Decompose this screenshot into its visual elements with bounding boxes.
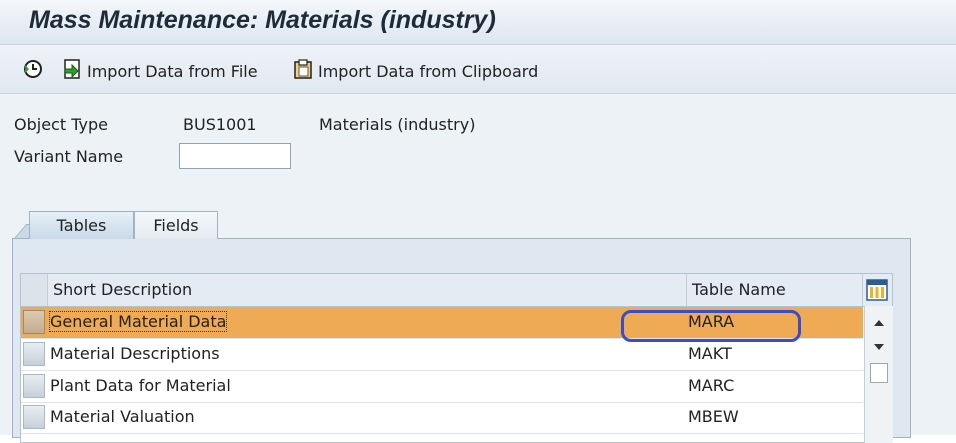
variant-name-label: Variant Name (14, 147, 124, 166)
import-file-button[interactable]: Import Data from File (61, 58, 258, 84)
row-short-description: Plant Data for Material (50, 376, 231, 395)
triangle-down-icon (873, 336, 885, 355)
vertical-scrollbar[interactable] (864, 306, 893, 443)
column-header-table-name[interactable]: Table Name (692, 280, 786, 299)
column-divider (686, 274, 687, 306)
import-file-label: Import Data from File (87, 61, 258, 81)
clock-execute-icon (22, 58, 44, 84)
object-type-label: Object Type (14, 115, 108, 134)
tab-tables[interactable]: Tables (29, 211, 134, 239)
row-selector[interactable] (23, 310, 45, 334)
import-clipboard-button[interactable]: Import Data from Clipboard (292, 58, 538, 84)
grid-header: Short Description Table Name (21, 274, 892, 307)
row-selector[interactable] (23, 405, 45, 429)
variant-name-input[interactable] (179, 143, 291, 169)
table-row[interactable]: Material Valuation MBEW (21, 402, 863, 434)
tab-tables-label: Tables (56, 216, 107, 235)
select-all-cell[interactable] (21, 274, 48, 306)
tables-grid: Short Description Table Name General Mat… (20, 273, 893, 443)
tab-fields[interactable]: Fields (134, 211, 218, 239)
scroll-down-button[interactable] (865, 330, 893, 360)
object-type-value: BUS1001 (183, 115, 257, 134)
import-clipboard-label: Import Data from Clipboard (318, 61, 539, 81)
table-row[interactable]: General Material Data MARA (21, 307, 863, 339)
row-selector[interactable] (23, 342, 45, 366)
row-table-name: MAKT (688, 344, 732, 363)
row-short-description: Material Descriptions (50, 344, 220, 363)
triangle-up-icon (873, 312, 885, 331)
row-selector[interactable] (23, 374, 45, 398)
row-table-name: MARA (688, 312, 735, 331)
row-table-name: MBEW (688, 407, 739, 426)
row-short-description: General Material Data (48, 311, 228, 332)
row-short-description: Material Valuation (50, 407, 195, 426)
object-type-description: Materials (industry) (319, 115, 476, 134)
table-row[interactable]: Plant Data for Material MARC (21, 371, 863, 403)
column-settings-icon[interactable] (866, 279, 888, 301)
application-toolbar: Import Data from File Import Data from C… (0, 45, 956, 94)
column-header-short-description[interactable]: Short Description (53, 280, 192, 299)
page-title: Mass Maintenance: Materials (industry) (29, 6, 496, 34)
scroll-thumb[interactable] (870, 363, 888, 383)
clipboard-icon (292, 58, 314, 84)
tab-fields-label: Fields (153, 216, 199, 235)
column-divider (862, 274, 863, 306)
table-row[interactable]: Material Descriptions MAKT (21, 339, 863, 371)
execute-button[interactable] (22, 58, 44, 84)
title-bar: Mass Maintenance: Materials (industry) (0, 0, 956, 45)
import-file-icon (61, 58, 83, 84)
row-table-name: MARC (688, 376, 735, 395)
